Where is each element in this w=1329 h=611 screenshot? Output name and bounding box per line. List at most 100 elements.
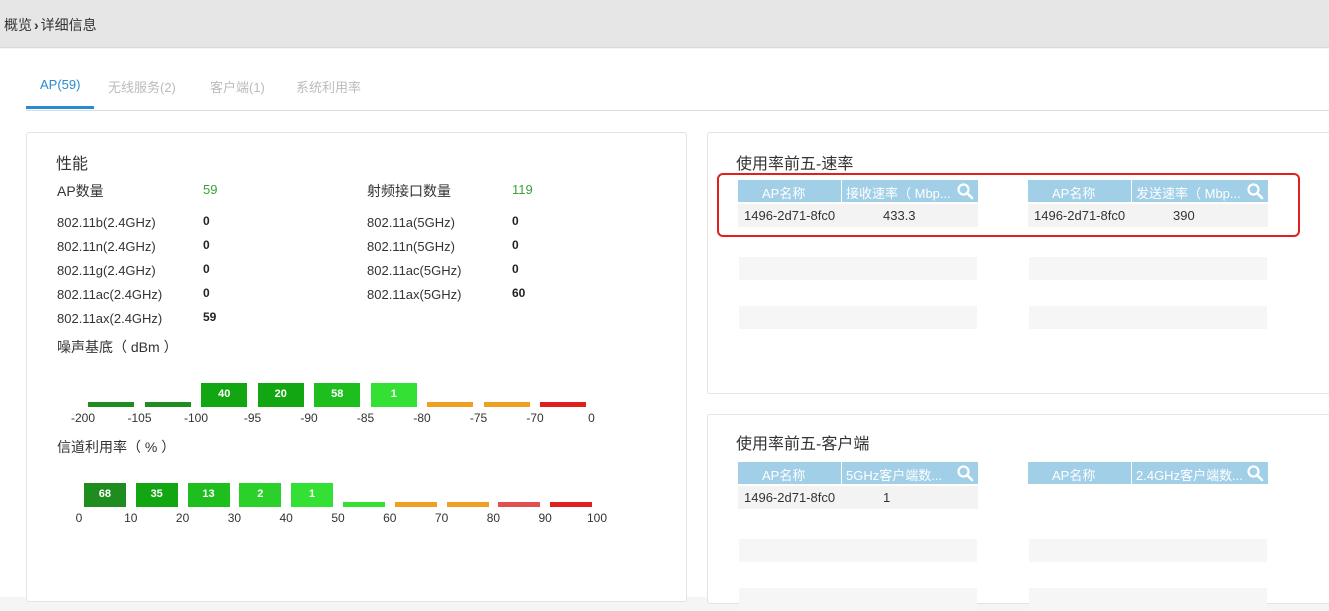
column-header-ap-name[interactable]: AP名称 bbox=[1052, 465, 1095, 484]
highlight-box bbox=[717, 173, 1300, 237]
column-header-metric[interactable]: 5GHz客户端数... bbox=[846, 465, 954, 484]
column-header-metric[interactable]: 2.4GHz客户端数... bbox=[1136, 465, 1244, 484]
empty-table-row bbox=[739, 257, 977, 280]
histogram-tick-label: 30 bbox=[227, 511, 242, 525]
empty-table-row bbox=[1029, 588, 1267, 611]
histogram-tick-label: 50 bbox=[331, 511, 345, 525]
histogram-segment bbox=[427, 402, 474, 407]
mode-label: 802.11ac(5GHz) bbox=[367, 263, 462, 278]
histogram-tick-label: 70 bbox=[434, 511, 449, 525]
radio-count-value: 119 bbox=[512, 182, 533, 197]
empty-table-row bbox=[739, 539, 977, 562]
breadcrumb-root[interactable]: 概览 bbox=[4, 17, 32, 33]
ap-count-value: 59 bbox=[203, 182, 218, 197]
column-divider bbox=[1131, 462, 1132, 484]
mode-label: 802.11a(5GHz) bbox=[367, 215, 455, 230]
mode-label: 802.11g(2.4GHz) bbox=[57, 263, 156, 278]
histogram-bar: 1 bbox=[291, 483, 334, 507]
active-tab-indicator bbox=[26, 106, 94, 109]
histogram-tick-label: -75 bbox=[469, 411, 488, 425]
histogram-tick-label: 90 bbox=[538, 511, 552, 525]
mode-label: 802.11ax(2.4GHz) bbox=[57, 311, 163, 326]
top-bar: 概览 › 详细信息 bbox=[0, 0, 1329, 48]
histogram-tick-label: 100 bbox=[586, 511, 608, 525]
histogram-bar: 20 bbox=[257, 383, 304, 407]
ap-name-cell: 1496-2d71-8fc0 bbox=[744, 490, 836, 505]
histogram-tick-label: -200 bbox=[70, 411, 96, 425]
column-divider bbox=[841, 462, 842, 484]
ap-count-label: AP数量 bbox=[57, 183, 104, 199]
histogram-segment bbox=[540, 402, 587, 407]
table-row[interactable]: 1496-2d71-8fc0 1 bbox=[738, 486, 978, 509]
histogram-tick-label: 40 bbox=[279, 511, 293, 525]
performance-title: 性能 bbox=[56, 156, 89, 173]
histogram-tick-label: 20 bbox=[175, 511, 190, 525]
histogram-segment bbox=[394, 502, 437, 507]
empty-table-row bbox=[739, 588, 977, 611]
histogram-segment bbox=[144, 402, 191, 407]
metric-value-cell: 1 bbox=[883, 490, 891, 505]
performance-panel: 性能 AP数量 59 射频接口数量 119 802.11b(2.4GHz) 0 … bbox=[26, 132, 687, 602]
mode-value: 0 bbox=[512, 262, 519, 276]
histogram-bar: 1 bbox=[370, 383, 417, 407]
empty-table-row bbox=[1029, 306, 1267, 329]
histogram-tick-label: 10 bbox=[124, 511, 138, 525]
mode-label: 802.11n(5GHz) bbox=[367, 239, 455, 254]
histogram-bar: 58 bbox=[314, 383, 361, 407]
histogram-tick-label: 0 bbox=[588, 411, 595, 425]
mode-value: 59 bbox=[203, 310, 217, 324]
mode-value: 0 bbox=[203, 238, 210, 252]
top5-client-panel: 使用率前五-客户端 bbox=[707, 414, 1329, 604]
tab-client[interactable]: 客户端(1) bbox=[210, 77, 265, 96]
histogram-tick-label: 0 bbox=[75, 511, 83, 525]
mode-value: 60 bbox=[512, 286, 526, 300]
mode-value: 0 bbox=[203, 286, 210, 300]
tab-wireless-service[interactable]: 无线服务(2) bbox=[108, 77, 176, 96]
histogram-tick-label: -85 bbox=[356, 411, 375, 425]
histogram-segment bbox=[483, 402, 530, 407]
histogram-tick-label: -80 bbox=[413, 411, 431, 425]
histogram-tick-label: -70 bbox=[526, 411, 544, 425]
column-header-ap-name[interactable]: AP名称 bbox=[762, 465, 805, 484]
top5-client-title: 使用率前五-客户端 bbox=[736, 436, 870, 453]
histogram-segment bbox=[498, 502, 541, 507]
radio-count-label: 射频接口数量 bbox=[367, 183, 451, 199]
empty-table-row bbox=[1029, 539, 1267, 562]
mode-label: 802.11b(2.4GHz) bbox=[57, 215, 156, 230]
histogram-tick-label: -90 bbox=[300, 411, 318, 425]
breadcrumb-separator-icon: › bbox=[34, 17, 39, 33]
tab-system-utilization[interactable]: 系统利用率 bbox=[296, 77, 361, 96]
tab-bar: AP(59) 无线服务(2) 客户端(1) 系统利用率 bbox=[26, 60, 1329, 111]
histogram-bar: 40 bbox=[201, 383, 248, 407]
mode-value: 0 bbox=[512, 214, 519, 228]
histogram-segment bbox=[550, 502, 593, 507]
mode-label: 802.11ax(5GHz) bbox=[367, 287, 462, 302]
empty-table-row bbox=[1029, 257, 1267, 280]
histogram-tick-label: 60 bbox=[383, 511, 397, 525]
breadcrumb: 概览 › 详细信息 bbox=[4, 15, 97, 35]
channel-utilization-title: 信道利用率（ % ） bbox=[57, 439, 176, 455]
histogram-bar: 68 bbox=[83, 483, 126, 507]
table-header: AP名称 5GHz客户端数... bbox=[738, 462, 978, 484]
histogram-tick-label: -100 bbox=[183, 411, 209, 425]
mode-label: 802.11ac(2.4GHz) bbox=[57, 287, 163, 302]
histogram-tick-label: -95 bbox=[243, 411, 262, 425]
histogram-segment bbox=[446, 502, 489, 507]
histogram-bar: 2 bbox=[239, 483, 282, 507]
histogram-bar: 35 bbox=[135, 483, 178, 507]
search-icon[interactable] bbox=[1246, 464, 1264, 482]
mode-label: 802.11n(2.4GHz) bbox=[57, 239, 156, 254]
mode-value: 0 bbox=[512, 238, 519, 252]
empty-table-row bbox=[739, 306, 977, 329]
tab-ap[interactable]: AP(59) bbox=[40, 77, 80, 92]
histogram-segment bbox=[342, 502, 385, 507]
histogram-tick-label: 80 bbox=[486, 511, 501, 525]
breadcrumb-current: 详细信息 bbox=[40, 17, 97, 33]
search-icon[interactable] bbox=[956, 464, 974, 482]
histogram-segment bbox=[88, 402, 135, 407]
mode-value: 0 bbox=[203, 214, 210, 228]
table-header: AP名称 2.4GHz客户端数... bbox=[1028, 462, 1268, 484]
mode-value: 0 bbox=[203, 262, 210, 276]
histogram-bar: 13 bbox=[187, 483, 230, 507]
top5-rate-title: 使用率前五-速率 bbox=[736, 156, 854, 173]
